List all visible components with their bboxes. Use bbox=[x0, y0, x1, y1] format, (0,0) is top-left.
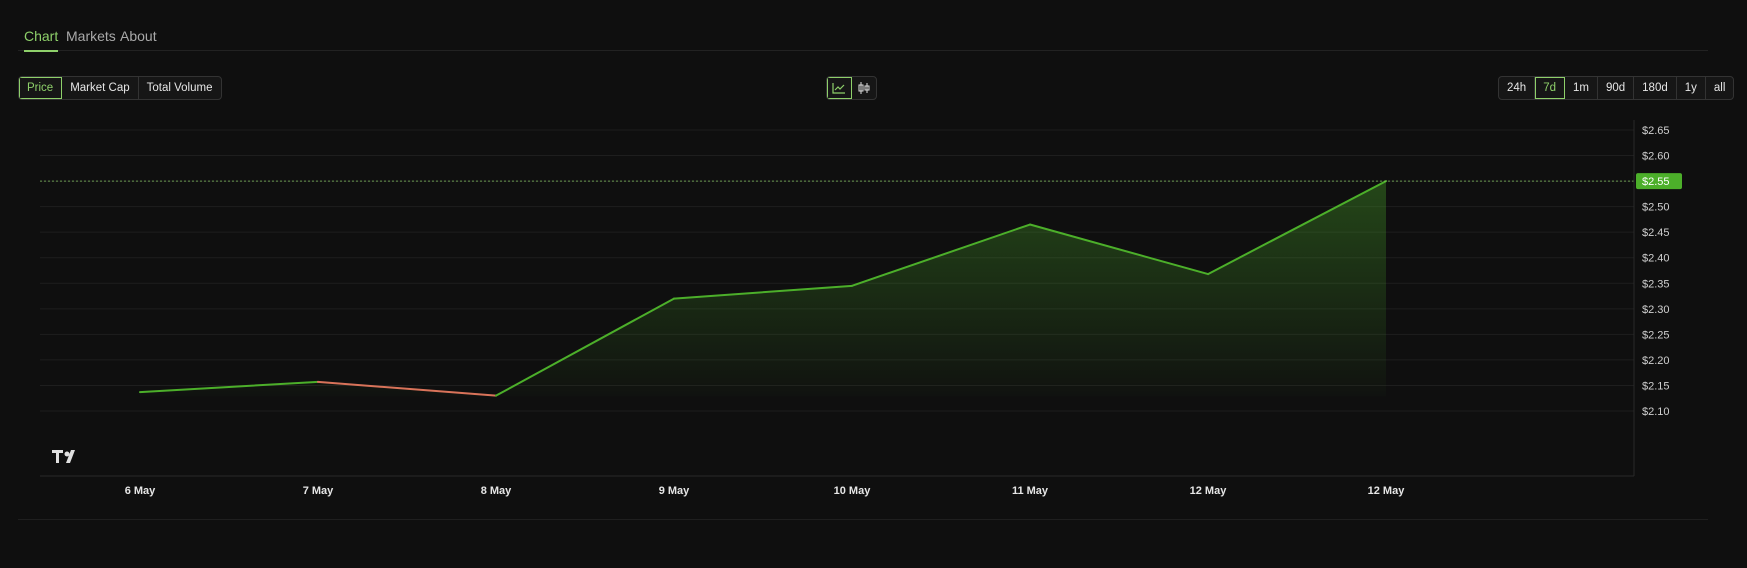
total-volume-button[interactable]: Total Volume bbox=[139, 77, 221, 99]
y-tick-label: $2.20 bbox=[1642, 355, 1670, 367]
x-tick-label: 12 May bbox=[1368, 485, 1406, 497]
current-price-badge: $2.55 bbox=[1636, 173, 1682, 190]
range-7d-button[interactable]: 7d bbox=[1535, 77, 1565, 99]
y-tick-label: $2.25 bbox=[1642, 329, 1670, 341]
price-chart[interactable]: $2.65 $2.60 $2.55 $2.50 $2.45 $2.40 $2.35 $2.30… bbox=[0, 120, 1747, 520]
y-tick-label: $2.40 bbox=[1642, 253, 1670, 265]
time-range-toggle: 24h 7d 1m 90d 180d 1y all bbox=[1498, 76, 1735, 100]
candlestick-button[interactable] bbox=[852, 77, 876, 99]
tab-chart[interactable]: Chart bbox=[24, 28, 59, 52]
tab-bar: Chart Markets About bbox=[18, 0, 1708, 52]
y-tick-label: $2.35 bbox=[1642, 278, 1670, 290]
price-chart-svg[interactable]: $2.65 $2.60 $2.55 $2.50 $2.45 $2.40 $2.35 $2.30… bbox=[0, 120, 1747, 520]
y-tick-label: $2.60 bbox=[1642, 151, 1670, 163]
x-tick-label: 6 May bbox=[125, 485, 156, 497]
candlestick-icon bbox=[858, 82, 870, 94]
y-tick-label: $2.10 bbox=[1642, 406, 1670, 418]
tab-about[interactable]: About bbox=[120, 28, 157, 44]
range-all-button[interactable]: all bbox=[1706, 77, 1734, 99]
tab-markets[interactable]: Markets bbox=[66, 28, 116, 44]
x-tick-label: 11 May bbox=[1012, 485, 1049, 497]
x-tick-label: 10 May bbox=[834, 485, 872, 497]
x-tick-label: 12 May bbox=[1190, 485, 1228, 497]
metric-toggle: Price Market Cap Total Volume bbox=[18, 76, 222, 100]
y-tick-label: $2.45 bbox=[1642, 227, 1670, 239]
y-tick-label: $2.30 bbox=[1642, 304, 1670, 316]
y-tick-label: $2.15 bbox=[1642, 380, 1670, 392]
range-180d-button[interactable]: 180d bbox=[1634, 77, 1677, 99]
chart-mode-toggle bbox=[826, 76, 877, 100]
y-tick-label: $2.50 bbox=[1642, 202, 1670, 214]
line-chart-icon bbox=[832, 83, 845, 94]
x-tick-label: 9 May bbox=[659, 485, 690, 497]
x-tick-label: 7 May bbox=[303, 485, 334, 497]
range-90d-button[interactable]: 90d bbox=[1598, 77, 1635, 99]
range-24h-button[interactable]: 24h bbox=[1499, 77, 1536, 99]
line-chart-button[interactable] bbox=[827, 77, 852, 99]
x-tick-label: 8 May bbox=[481, 485, 512, 497]
market-cap-button[interactable]: Market Cap bbox=[62, 77, 139, 99]
range-1m-button[interactable]: 1m bbox=[1565, 77, 1598, 99]
y-tick-label: $2.65 bbox=[1642, 125, 1670, 137]
price-area-fill bbox=[140, 181, 1386, 397]
price-button[interactable]: Price bbox=[19, 77, 63, 99]
bottom-divider bbox=[18, 519, 1708, 520]
range-1y-button[interactable]: 1y bbox=[1677, 77, 1706, 99]
current-price-label: $2.55 bbox=[1642, 176, 1670, 188]
tradingview-logo bbox=[52, 450, 75, 463]
